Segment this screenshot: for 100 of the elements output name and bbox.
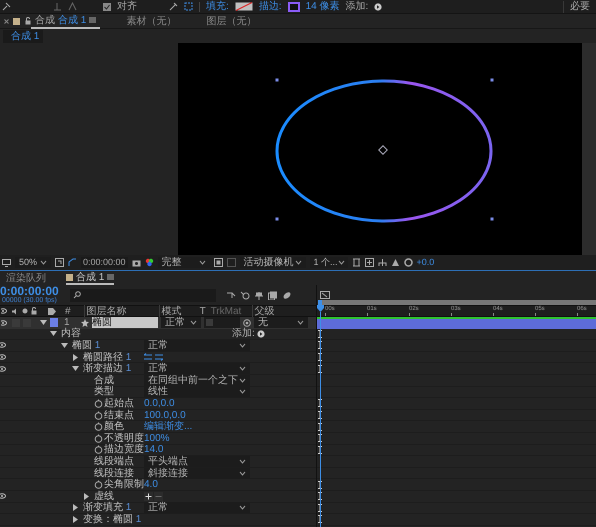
panel-tab[interactable]: 合成 合成 1 [31, 14, 100, 28]
audio-icon[interactable] [12, 308, 19, 314]
blend-dropdown[interactable]: 正常 [144, 340, 250, 351]
color-channels-icon[interactable] [144, 258, 154, 267]
stroke-width-value[interactable]: 14 像素 [306, 0, 340, 13]
tool-icon[interactable] [68, 2, 77, 11]
column-header[interactable]: # [65, 304, 71, 318]
blend-dropdown[interactable]: 在同组中前一个之下 [144, 374, 250, 386]
property-value[interactable]: 0.0,0.0 [144, 398, 175, 409]
property-name: 结束点 [104, 410, 134, 421]
layer-color-label[interactable] [50, 318, 58, 328]
panel-tab[interactable]: 图层（无） [202, 14, 260, 28]
eye-icon[interactable] [0, 493, 8, 500]
blend-dropdown[interactable]: 斜接连接 [144, 468, 250, 479]
property-value[interactable]: 编辑渐变... [144, 421, 192, 432]
disclosure-triangle-icon[interactable] [40, 319, 47, 326]
workspace-label[interactable]: 必要 [570, 0, 594, 13]
parent-dropdown[interactable]: 无 [254, 317, 308, 328]
chevron-down-icon [198, 260, 206, 265]
pen-icon[interactable] [169, 2, 178, 11]
fill-label: 填充: [206, 0, 229, 13]
disclosure-triangle-icon[interactable] [83, 492, 90, 500]
viewer-timecode[interactable]: 0:00:00:00 [81, 257, 128, 268]
grid-icon[interactable] [364, 258, 374, 267]
stopwatch-icon[interactable] [94, 422, 103, 432]
property-value[interactable]: 100% [144, 432, 170, 444]
property-value[interactable]: 14.0 [144, 444, 164, 456]
layer-name[interactable]: 椭圆 [92, 317, 158, 328]
disclosure-triangle-icon[interactable] [61, 342, 68, 349]
stopwatch-icon[interactable] [94, 434, 103, 443]
comp-marker-icon[interactable] [320, 290, 330, 299]
solo-icon[interactable] [22, 308, 28, 314]
eye-icon[interactable] [0, 354, 8, 360]
solo-toggle[interactable] [23, 318, 31, 327]
eye-icon[interactable] [1, 308, 9, 314]
comp-breadcrumb[interactable]: 合成 1 [3, 30, 43, 42]
add-menu-icon[interactable] [256, 330, 265, 338]
stopwatch-icon[interactable] [94, 445, 103, 454]
mode-dropdown[interactable]: 正常 [161, 317, 201, 328]
transparency-grid-icon[interactable] [226, 258, 236, 267]
exposure-value[interactable]: +0.0 [416, 257, 434, 268]
audio-toggle[interactable] [12, 318, 20, 327]
property-value[interactable]: 4.0 [144, 479, 158, 490]
eye-icon[interactable] [0, 342, 8, 348]
eye-icon[interactable] [0, 366, 8, 372]
stopwatch-icon[interactable] [94, 410, 103, 420]
fit-icon[interactable] [55, 258, 64, 267]
close-icon[interactable] [4, 18, 9, 24]
region-icon[interactable] [214, 258, 223, 267]
plus-icon[interactable] [144, 492, 153, 501]
stopwatch-icon[interactable] [94, 398, 103, 408]
stroke-swatch[interactable] [288, 2, 300, 12]
stopwatch-icon[interactable] [94, 480, 103, 490]
search-icon [73, 291, 82, 299]
chevron-down-icon [239, 342, 246, 348]
current-timecode[interactable]: 0:00:00:00 [0, 285, 66, 297]
menu-icon[interactable] [107, 274, 114, 280]
panel-tab[interactable]: 素材（无） [122, 14, 180, 28]
comp-icon [13, 18, 20, 24]
comp-icon [66, 274, 73, 280]
add-label: 添加: [345, 0, 368, 13]
monitor-icon[interactable] [2, 258, 11, 266]
layout-icon[interactable] [352, 258, 361, 267]
blend-dropdown[interactable]: 正常 [144, 502, 250, 514]
disclosure-triangle-icon[interactable] [72, 504, 79, 512]
layer-row[interactable]: 1 椭圆 正常 无 [0, 317, 316, 329]
add-menu-icon[interactable] [374, 2, 382, 10]
graph-editor-icon[interactable] [268, 290, 278, 300]
stroke-label: 描边: [258, 0, 282, 13]
timeline-tab[interactable]: 渲染队列 [6, 271, 46, 285]
menu-icon[interactable] [89, 17, 96, 23]
fill-swatch[interactable] [234, 2, 253, 11]
disclosure-triangle-icon[interactable] [50, 330, 57, 338]
blend-dropdown[interactable]: 平头端点 [144, 456, 250, 467]
property-name: 椭圆 1 [72, 340, 100, 351]
camera-icon[interactable] [132, 258, 141, 266]
chevron-down-icon [338, 260, 345, 265]
chevron-down-icon [190, 320, 197, 326]
property-value[interactable]: 100.0,0.0 [144, 410, 186, 421]
pick-whip-icon[interactable] [243, 318, 251, 327]
blend-dropdown[interactable]: 正常 [144, 363, 250, 374]
align-checkbox[interactable] [103, 2, 111, 10]
path-direction-icon[interactable] [144, 353, 163, 362]
search-field[interactable] [70, 288, 216, 302]
disclosure-triangle-icon[interactable] [72, 516, 79, 523]
chevron-down-icon [297, 320, 304, 326]
eye-icon[interactable] [1, 320, 9, 326]
blend-dropdown[interactable]: 线性 [144, 386, 250, 398]
label-icon[interactable] [48, 308, 56, 314]
transform-icon[interactable] [184, 2, 193, 11]
disclosure-triangle-icon[interactable] [72, 354, 79, 361]
disclosure-triangle-icon[interactable] [72, 365, 79, 372]
property-name: 类型 [94, 386, 114, 398]
timeline-tab[interactable]: 合成 1 [66, 271, 114, 285]
chevron-down-icon [239, 505, 246, 510]
column-header[interactable]: T [200, 304, 208, 318]
exposure-icon[interactable] [404, 258, 413, 267]
layer-number: 1 [64, 316, 70, 328]
lock-icon[interactable] [31, 307, 37, 315]
tool-icon[interactable] [53, 2, 62, 11]
